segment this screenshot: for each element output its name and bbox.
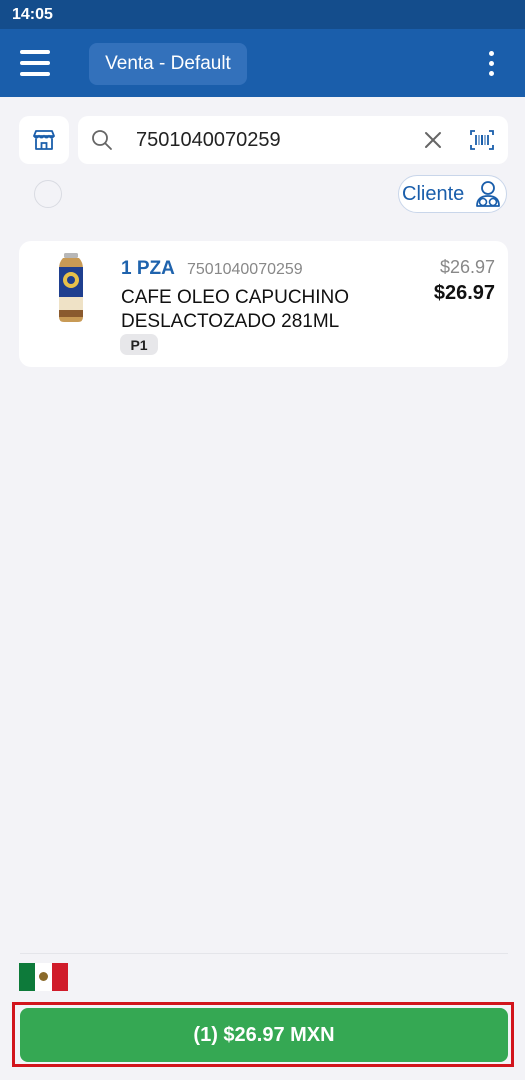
product-image [59,253,83,322]
item-original-price: $26.97 [439,257,495,277]
customer-icon [476,181,500,207]
price-level-badge: P1 [120,334,158,355]
mexico-flag-icon[interactable] [19,963,68,991]
search-bar [78,116,508,164]
search-input[interactable] [136,126,406,154]
sale-profile-selector[interactable]: Venta - Default [89,43,247,85]
customer-label: Cliente [402,183,465,205]
checkout-label: (1) $26.97 MXN [193,1023,335,1046]
item-name: CAFE OLEO CAPUCHINO DESLACTOZADO 281ML [121,287,350,332]
store-button[interactable] [19,116,69,164]
barcode-scan-icon[interactable] [470,129,494,151]
search-icon [92,130,112,150]
app-bar: Venta - Default [0,29,525,97]
checkout-button[interactable]: (1) $26.97 MXN [20,1008,508,1062]
item-price: $26.97 [433,282,495,304]
more-vert-icon[interactable] [480,51,502,77]
item-sku: 7501040070259 [187,261,303,278]
select-all-radio[interactable] [34,180,62,208]
status-time: 14:05 [12,5,53,23]
page-title: Venta - Default [105,53,231,74]
item-quantity: 1 PZA [121,258,175,279]
customer-button[interactable]: Cliente [398,175,507,213]
close-icon[interactable] [422,129,444,151]
hamburger-menu-icon[interactable] [20,50,50,76]
sale-screen: 14:05 Venta - Default 7501040070259 Clie… [0,0,525,1080]
status-bar: 14:05 [0,0,525,29]
cart-item[interactable]: 1 PZA 7501040070259 CAFE OLEO CAPUCHINO … [19,241,508,367]
footer-divider [20,953,508,954]
store-icon [33,130,55,150]
